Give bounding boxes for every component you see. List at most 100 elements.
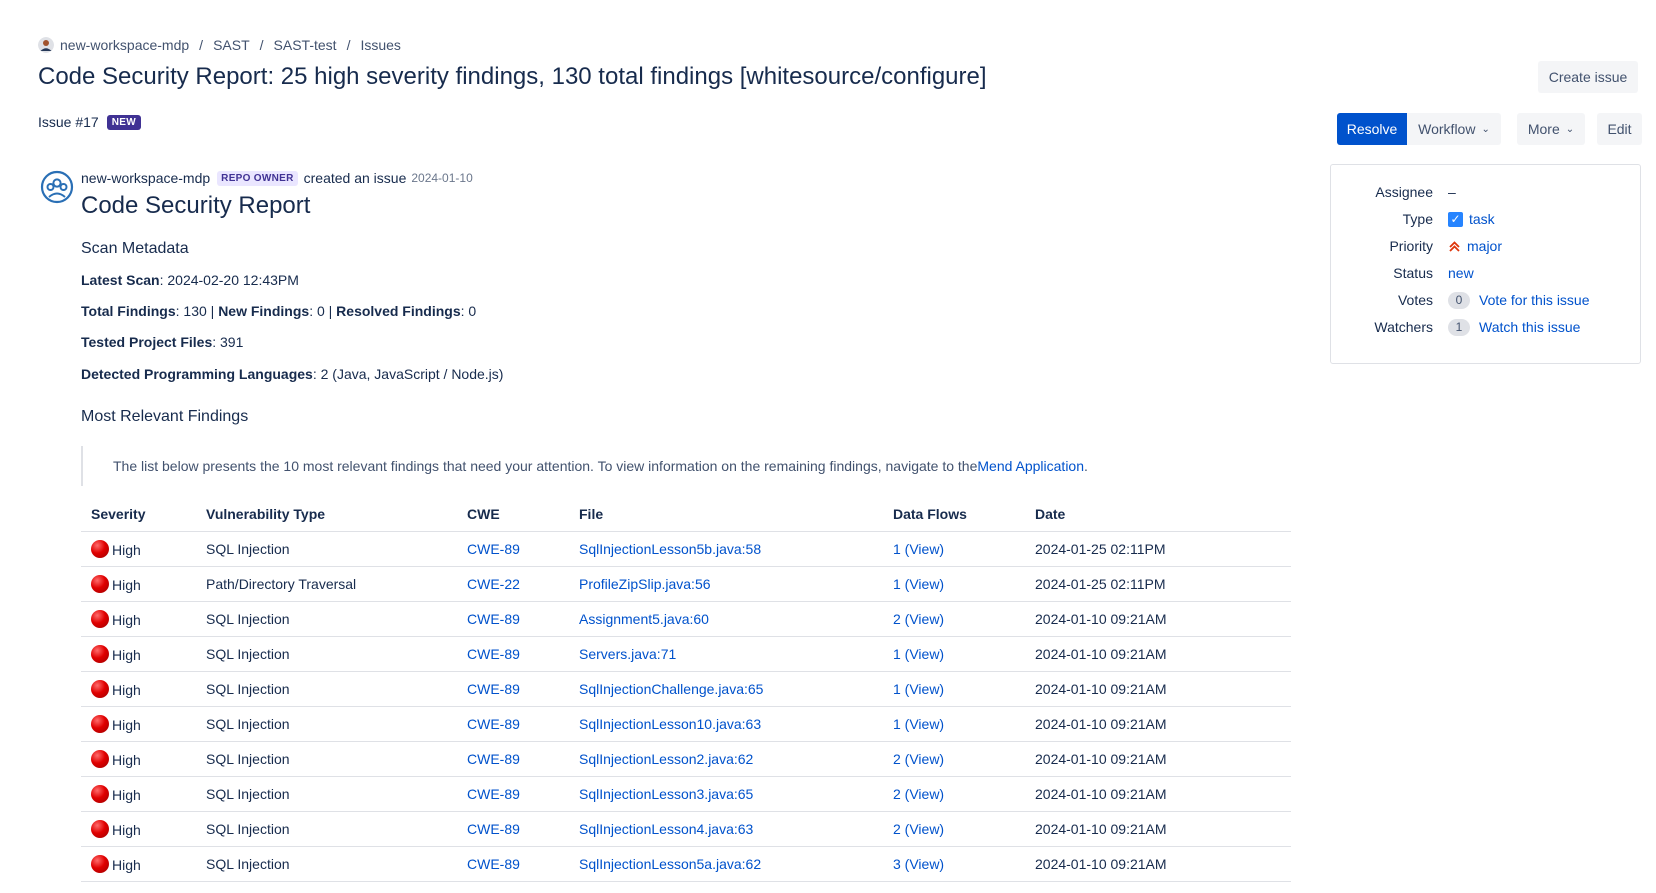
findings-note-text: The list below presents the 10 most rele…: [113, 458, 978, 474]
data-flows-link[interactable]: 2 (View): [893, 786, 944, 802]
file-link[interactable]: ProfileZipSlip.java:56: [579, 576, 711, 592]
status-link[interactable]: new: [1448, 265, 1474, 281]
breadcrumb-issues[interactable]: Issues: [360, 37, 400, 53]
breadcrumb-workspace[interactable]: new-workspace-mdp: [60, 37, 189, 53]
severity-label: High: [112, 786, 141, 803]
date-cell: 2024-01-25 02:11PM: [1025, 531, 1291, 567]
total-findings-label: Total Findings: [81, 303, 176, 319]
data-flows-link[interactable]: 2 (View): [893, 821, 944, 837]
data-flows-link[interactable]: 1 (View): [893, 541, 944, 557]
new-findings-value: : 0 |: [309, 303, 337, 319]
data-flows-cell: 1 (View): [883, 636, 1025, 672]
cwe-link[interactable]: CWE-89: [467, 856, 520, 872]
watch-link[interactable]: Watch this issue: [1479, 319, 1580, 335]
resolve-button[interactable]: Resolve: [1337, 113, 1407, 145]
cwe-link[interactable]: CWE-22: [467, 576, 520, 592]
cwe-cell: CWE-89: [457, 601, 569, 637]
file-link[interactable]: SqlInjectionLesson5a.java:62: [579, 856, 761, 872]
data-flows-cell: 3 (View): [883, 846, 1025, 882]
breadcrumb-project[interactable]: SAST: [213, 37, 250, 53]
data-flows-link[interactable]: 1 (View): [893, 681, 944, 697]
findings-table: Severity Vulnerability Type CWE File Dat…: [81, 498, 1291, 882]
data-flows-link[interactable]: 2 (View): [893, 611, 944, 627]
file-link[interactable]: Assignment5.java:60: [579, 611, 709, 627]
file-cell: SqlInjectionLesson5b.java:58: [569, 531, 883, 567]
file-cell: ProfileZipSlip.java:56: [569, 566, 883, 602]
breadcrumb-separator: /: [199, 37, 204, 53]
breadcrumb-separator: /: [346, 37, 351, 53]
header-vulnerability-type: Vulnerability Type: [196, 498, 457, 532]
workflow-dropdown-button[interactable]: Workflow ⌄: [1407, 113, 1501, 145]
date-cell: 2024-01-10 09:21AM: [1025, 601, 1291, 637]
file-link[interactable]: Servers.java:71: [579, 646, 676, 662]
vote-link[interactable]: Vote for this issue: [1479, 292, 1590, 308]
more-dropdown-button[interactable]: More ⌄: [1517, 113, 1585, 145]
file-link[interactable]: SqlInjectionLesson10.java:63: [579, 716, 761, 732]
languages-label: Detected Programming Languages: [81, 366, 313, 382]
author-name-link[interactable]: new-workspace-mdp: [81, 170, 210, 186]
findings-table-body: High SQL Injection CWE-89 SqlInjectionLesso…: [81, 531, 1291, 882]
languages-line: Detected Programming Languages: 2 (Java,…: [81, 366, 503, 382]
cwe-link[interactable]: CWE-89: [467, 821, 520, 837]
red-circle-icon: [91, 609, 109, 628]
cwe-link[interactable]: CWE-89: [467, 716, 520, 732]
data-flows-link[interactable]: 1 (View): [893, 716, 944, 732]
watchers-count: 1: [1448, 318, 1470, 336]
data-flows-cell: 1 (View): [883, 531, 1025, 567]
cwe-cell: CWE-89: [457, 776, 569, 812]
cwe-cell: CWE-89: [457, 671, 569, 707]
create-issue-button[interactable]: Create issue: [1538, 61, 1638, 93]
table-row: High SQL Injection CWE-89 SqlInjectionChall…: [81, 671, 1291, 707]
repo-owner-badge: REPO OWNER: [217, 170, 298, 186]
data-flows-cell: 2 (View): [883, 776, 1025, 812]
breadcrumb-repository[interactable]: SAST-test: [274, 37, 337, 53]
data-flows-link[interactable]: 2 (View): [893, 751, 944, 767]
cwe-link[interactable]: CWE-89: [467, 751, 520, 767]
vulnerability-type-cell: SQL Injection: [196, 601, 457, 637]
file-link[interactable]: SqlInjectionLesson4.java:63: [579, 821, 753, 837]
cwe-link[interactable]: CWE-89: [467, 681, 520, 697]
file-link[interactable]: SqlInjectionLesson3.java:65: [579, 786, 753, 802]
assignee-row: Assignee –: [1331, 182, 1642, 202]
type-link[interactable]: task: [1469, 211, 1495, 227]
priority-link[interactable]: major: [1467, 238, 1502, 254]
cwe-link[interactable]: CWE-89: [467, 646, 520, 662]
file-link[interactable]: SqlInjectionChallenge.java:65: [579, 681, 763, 697]
date-cell: 2024-01-25 02:11PM: [1025, 566, 1291, 602]
author-avatar-icon[interactable]: [40, 170, 74, 204]
task-checkbox-icon: ✓: [1448, 211, 1463, 227]
severity-label: High: [112, 821, 141, 838]
edit-button[interactable]: Edit: [1597, 113, 1642, 145]
vulnerability-type-cell: SQL Injection: [196, 706, 457, 742]
date-cell: 2024-01-10 09:21AM: [1025, 776, 1291, 812]
severity-cell: High: [81, 531, 196, 567]
assignee-value: –: [1448, 184, 1456, 200]
table-row: High Path/Directory Traversal CWE-22 Profil…: [81, 566, 1291, 602]
data-flows-cell: 2 (View): [883, 811, 1025, 847]
data-flows-link[interactable]: 1 (View): [893, 646, 944, 662]
severity-cell: High: [81, 741, 196, 777]
severity-cell: High: [81, 811, 196, 847]
chevron-down-icon: ⌄: [1481, 123, 1490, 135]
type-row: Type ✓ task: [1331, 209, 1642, 229]
data-flows-link[interactable]: 3 (View): [893, 856, 944, 872]
file-link[interactable]: SqlInjectionLesson2.java:62: [579, 751, 753, 767]
priority-major-icon: [1449, 240, 1460, 252]
cwe-link[interactable]: CWE-89: [467, 611, 520, 627]
table-row: High SQL Injection CWE-89 SqlInjectionLesso…: [81, 741, 1291, 777]
cwe-link[interactable]: CWE-89: [467, 541, 520, 557]
latest-scan-label: Latest Scan: [81, 272, 160, 288]
cwe-link[interactable]: CWE-89: [467, 786, 520, 802]
red-circle-icon: [91, 574, 109, 593]
scan-metadata-heading: Scan Metadata: [81, 240, 189, 257]
mend-application-link[interactable]: Mend Application: [977, 458, 1084, 474]
created-date: 2024-01-10: [411, 171, 473, 185]
table-row: High SQL Injection CWE-89 SqlInjectionLesso…: [81, 531, 1291, 567]
data-flows-link[interactable]: 1 (View): [893, 576, 944, 592]
file-link[interactable]: SqlInjectionLesson5b.java:58: [579, 541, 761, 557]
severity-cell: High: [81, 601, 196, 637]
red-circle-icon: [91, 819, 109, 838]
severity-label: High: [112, 716, 141, 733]
total-findings-value: : 130 |: [175, 303, 219, 319]
date-cell: 2024-01-10 09:21AM: [1025, 741, 1291, 777]
